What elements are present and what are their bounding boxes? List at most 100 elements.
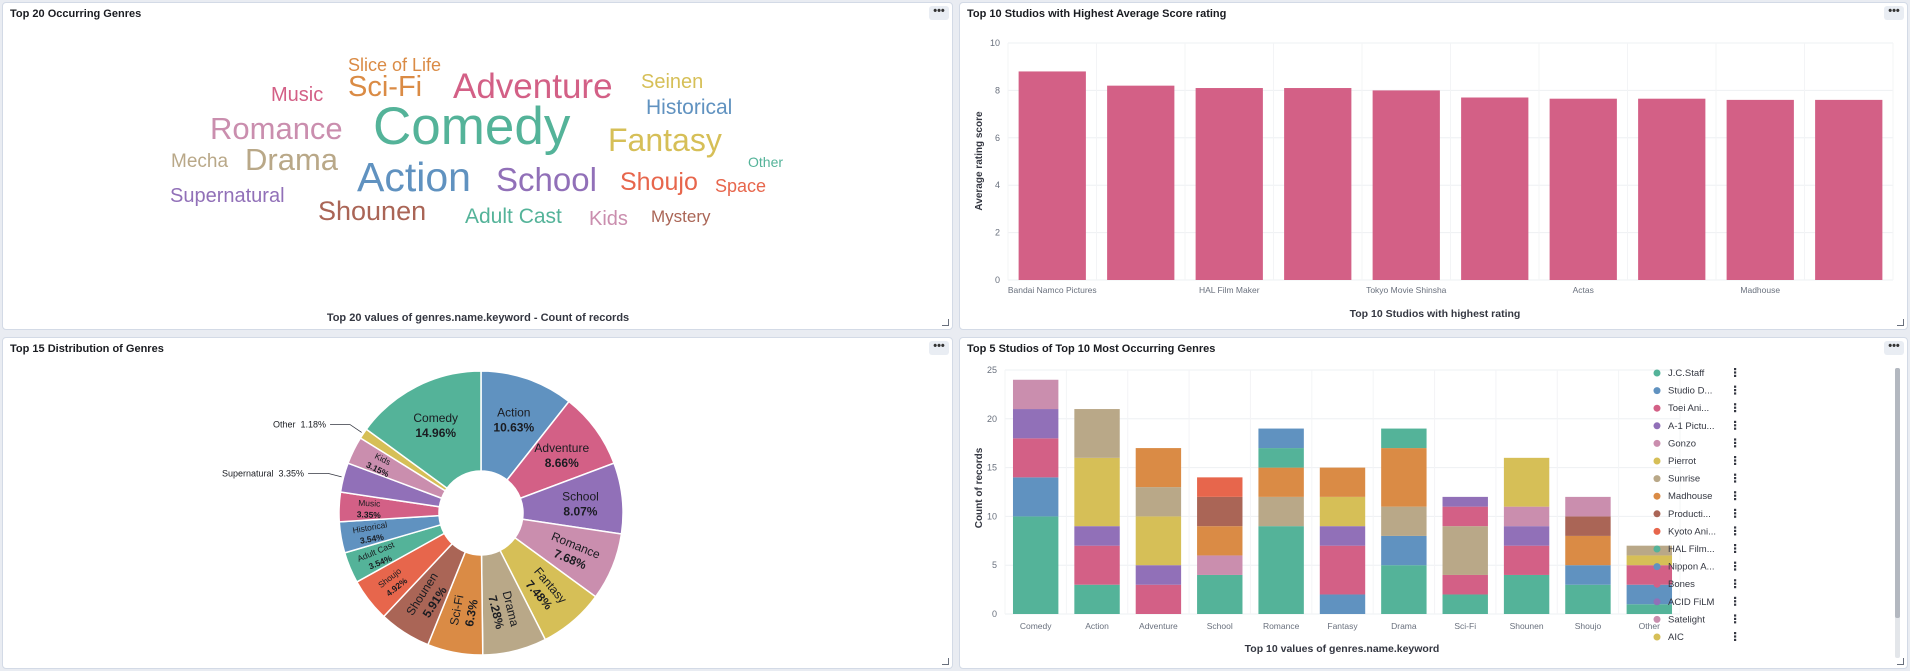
- leader-line: [330, 424, 362, 433]
- menu-dot: [1734, 498, 1737, 501]
- legend-label: J.C.Staff: [1668, 368, 1705, 379]
- cloud-word: School: [496, 161, 597, 198]
- legend-item[interactable]: Satelight: [1653, 614, 1737, 625]
- menu-dot: [1734, 368, 1737, 371]
- stack-segment: [1442, 506, 1488, 527]
- legend-item-menu-icon[interactable]: [1734, 420, 1737, 430]
- legend-item-menu-icon[interactable]: [1734, 385, 1737, 395]
- menu-dot: [1734, 406, 1737, 409]
- stack-segment: [1135, 584, 1182, 614]
- legend-item-menu-icon[interactable]: [1734, 473, 1737, 483]
- legend-item-menu-icon[interactable]: [1734, 596, 1737, 606]
- cloud-word: Other: [748, 154, 783, 170]
- stack-segment: [1565, 496, 1611, 517]
- legend-item-menu-icon[interactable]: [1734, 403, 1737, 413]
- slice-percent: 8.07%: [563, 504, 597, 518]
- menu-dot: [1734, 586, 1737, 589]
- menu-dot: [1734, 561, 1737, 564]
- menu-dot: [1734, 533, 1737, 536]
- stack-segment: [1503, 526, 1550, 546]
- legend-item[interactable]: Toei Ani...: [1653, 403, 1737, 414]
- legend-scrollbar-thumb[interactable]: [1895, 368, 1900, 618]
- cloud-word: Seinen: [641, 71, 703, 93]
- cloud-word: Romance: [210, 111, 343, 146]
- legend-item-menu-icon[interactable]: [1734, 438, 1737, 448]
- stack-segment: [1135, 487, 1182, 517]
- stack-segment: [1197, 526, 1243, 556]
- cloud-word: Historical: [646, 96, 732, 119]
- bar: [1018, 71, 1086, 280]
- menu-dot: [1734, 480, 1737, 483]
- stack-segment: [1197, 496, 1243, 527]
- legend-item[interactable]: Studio D...: [1653, 385, 1737, 397]
- menu-dot: [1734, 374, 1737, 377]
- stack-segment: [1012, 379, 1059, 410]
- legend-item[interactable]: Madhouse: [1653, 491, 1737, 502]
- legend-item-menu-icon[interactable]: [1734, 544, 1737, 553]
- legend-item[interactable]: Producti...: [1653, 508, 1737, 520]
- resize-handle[interactable]: [1897, 658, 1904, 665]
- menu-dot: [1734, 621, 1737, 624]
- y-tick-label: 15: [987, 463, 997, 473]
- stack-segment: [1503, 574, 1550, 614]
- studios-bar-chart: 0 2 4 6 8 10 Bandai Namco Pictures HAL Film Mak…: [974, 38, 1894, 320]
- stack-segment: [1626, 545, 1673, 556]
- stack-segment: [1503, 457, 1550, 507]
- y-tick-label: 5: [992, 560, 997, 570]
- legend-item[interactable]: Sunrise: [1653, 473, 1737, 485]
- bar: [1638, 98, 1706, 280]
- resize-handle[interactable]: [942, 319, 949, 326]
- slice-label: Supernatural 3.35%: [222, 468, 304, 478]
- legend-item[interactable]: Pierrot: [1653, 456, 1737, 467]
- menu-dot: [1734, 547, 1737, 550]
- stack-segment: [1012, 438, 1059, 478]
- menu-dot: [1734, 459, 1737, 462]
- legend-swatch: [1653, 598, 1661, 606]
- menu-dot: [1734, 427, 1737, 430]
- stack-segment: [1012, 409, 1059, 439]
- x-tick-label: Tokyo Movie Shinsha: [1366, 285, 1447, 295]
- cloud-word: Shounen: [318, 196, 426, 226]
- resize-handle[interactable]: [942, 658, 949, 665]
- legend-item-menu-icon[interactable]: [1734, 526, 1737, 536]
- x-tick-label: Shoujo: [1575, 621, 1602, 631]
- legend-item-menu-icon[interactable]: [1734, 614, 1737, 624]
- legend-item-menu-icon[interactable]: [1734, 579, 1737, 589]
- x-tick-label: Madhouse: [1740, 285, 1780, 295]
- menu-dot: [1734, 438, 1737, 441]
- legend-item[interactable]: Gonzo: [1653, 438, 1737, 449]
- cloud-caption: Top 20 values of genres.name.keyword - C…: [327, 312, 629, 324]
- resize-handle[interactable]: [1897, 319, 1904, 326]
- stack-segment: [1135, 516, 1182, 566]
- legend-item-menu-icon[interactable]: [1734, 456, 1737, 465]
- stack-segment: [1626, 584, 1673, 605]
- stack-segment: [1319, 467, 1366, 497]
- slice-percent: 3.35%: [279, 468, 305, 478]
- menu-dot: [1734, 529, 1737, 532]
- menu-dot: [1734, 603, 1737, 606]
- legend-item-menu-icon[interactable]: [1734, 491, 1737, 501]
- legend-item-menu-icon[interactable]: [1734, 508, 1737, 518]
- legend-label: Satelight: [1668, 614, 1705, 625]
- legend-item[interactable]: A-1 Pictu...: [1653, 420, 1737, 432]
- legend-label: A-1 Pictu...: [1668, 421, 1714, 432]
- legend-item[interactable]: Kyoto Ani...: [1653, 526, 1737, 537]
- cloud-word: Supernatural: [170, 185, 285, 207]
- stack-segment: [1258, 448, 1304, 468]
- stack-segment: [1381, 506, 1427, 536]
- slice-label: Other 1.18%: [273, 420, 326, 430]
- legend-label: HAL Film...: [1668, 544, 1715, 555]
- legend-label: Madhouse: [1668, 491, 1712, 502]
- legend-item-menu-icon[interactable]: [1734, 368, 1737, 377]
- legend-item[interactable]: AIC: [1653, 632, 1737, 643]
- cloud-word: Adult Cast: [465, 205, 562, 228]
- legend-item-menu-icon[interactable]: [1734, 561, 1737, 571]
- legend-item-menu-icon[interactable]: [1734, 632, 1737, 641]
- cloud-word: Space: [715, 176, 766, 196]
- slice-label-group: Action10.63%: [493, 406, 534, 435]
- slice-label: Supernatural: [222, 468, 274, 478]
- menu-dot: [1734, 441, 1737, 444]
- stack-segment: [1626, 565, 1673, 585]
- y-axis-title: Average rating score: [974, 111, 985, 211]
- x-tick-label: School: [1207, 621, 1233, 631]
